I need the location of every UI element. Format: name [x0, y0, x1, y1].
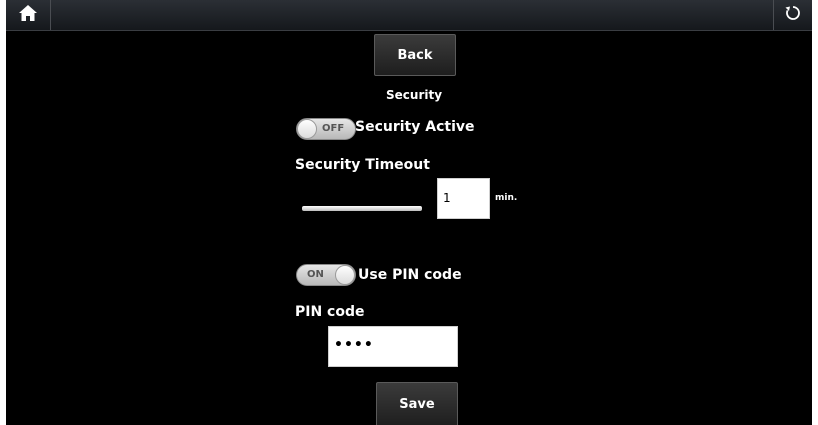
- timeout-input[interactable]: 1: [437, 178, 490, 219]
- pin-code-input[interactable]: ••••: [328, 326, 458, 367]
- use-pin-label: Use PIN code: [358, 267, 462, 283]
- back-button[interactable]: Back: [374, 34, 456, 76]
- app-screen: Back Security OFF Security Active Securi…: [6, 0, 812, 425]
- page-title: Security: [386, 88, 443, 102]
- home-icon: [18, 4, 38, 26]
- top-bar: [6, 0, 812, 31]
- refresh-button[interactable]: [773, 0, 812, 30]
- timeout-unit: min.: [495, 193, 518, 203]
- home-button[interactable]: [6, 0, 51, 30]
- toggle-state-label: OFF: [322, 123, 345, 134]
- security-active-toggle[interactable]: OFF: [296, 118, 356, 140]
- security-timeout-heading: Security Timeout: [295, 157, 430, 173]
- save-button[interactable]: Save: [376, 382, 458, 425]
- use-pin-toggle[interactable]: ON: [296, 264, 356, 286]
- refresh-icon: [784, 4, 802, 26]
- pin-code-heading: PIN code: [295, 304, 365, 320]
- timeout-slider[interactable]: [302, 206, 422, 211]
- toggle-state-label: ON: [307, 269, 324, 280]
- security-active-label: Security Active: [355, 119, 475, 135]
